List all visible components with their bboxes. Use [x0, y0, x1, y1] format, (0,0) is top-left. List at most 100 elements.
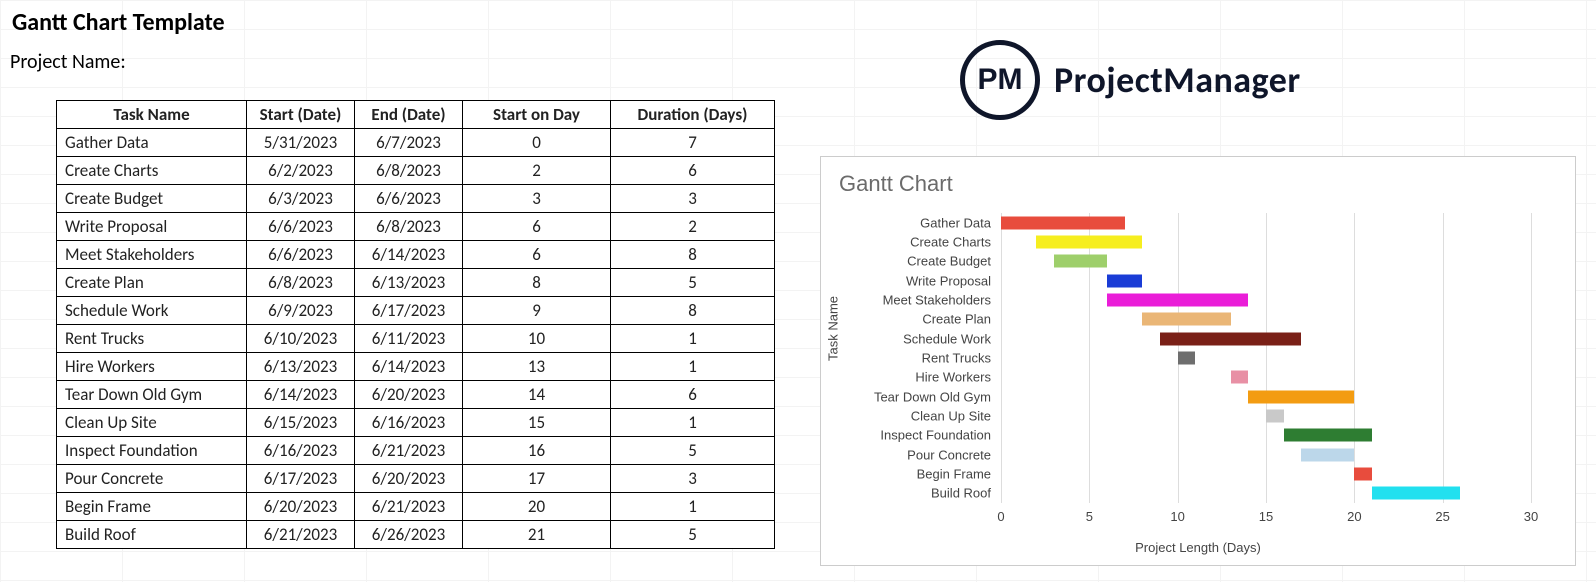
table-cell[interactable]: 8 — [611, 297, 775, 325]
table-cell[interactable]: 0 — [463, 129, 611, 157]
table-cell[interactable]: 1 — [611, 409, 775, 437]
table-cell[interactable]: Create Charts — [57, 157, 247, 185]
table-cell[interactable]: 21 — [463, 521, 611, 549]
table-cell[interactable]: 6/16/2023 — [355, 409, 463, 437]
page-title: Gantt Chart Template — [12, 8, 225, 37]
chart-bar — [1001, 216, 1125, 229]
table-cell[interactable]: 6/8/2023 — [355, 157, 463, 185]
table-cell[interactable]: Hire Workers — [57, 353, 247, 381]
table-cell[interactable]: Create Budget — [57, 185, 247, 213]
table-cell[interactable]: 1 — [611, 353, 775, 381]
table-row[interactable]: Hire Workers6/13/20236/14/2023131 — [57, 353, 775, 381]
table-cell[interactable]: 6 — [463, 241, 611, 269]
table-cell[interactable]: 6/21/2023 — [355, 437, 463, 465]
table-cell[interactable]: 6/8/2023 — [355, 213, 463, 241]
table-cell[interactable]: 17 — [463, 465, 611, 493]
table-cell[interactable]: 6/21/2023 — [247, 521, 355, 549]
table-row[interactable]: Create Budget6/3/20236/6/202333 — [57, 185, 775, 213]
table-cell[interactable]: 5 — [611, 437, 775, 465]
chart-y-tick: Meet Stakeholders — [883, 293, 991, 308]
chart-title: Gantt Chart — [839, 171, 953, 197]
table-row[interactable]: Meet Stakeholders6/6/20236/14/202368 — [57, 241, 775, 269]
chart-x-tick: 5 — [1086, 509, 1093, 524]
table-cell[interactable]: 7 — [611, 129, 775, 157]
table-cell[interactable]: Begin Frame — [57, 493, 247, 521]
table-cell[interactable]: 6/2/2023 — [247, 157, 355, 185]
table-cell[interactable]: 6/9/2023 — [247, 297, 355, 325]
table-row[interactable]: Rent Trucks6/10/20236/11/2023101 — [57, 325, 775, 353]
table-cell[interactable]: 6/8/2023 — [247, 269, 355, 297]
table-cell[interactable]: 3 — [611, 185, 775, 213]
table-row[interactable]: Begin Frame6/20/20236/21/2023201 — [57, 493, 775, 521]
table-row[interactable]: Clean Up Site6/15/20236/16/2023151 — [57, 409, 775, 437]
table-cell[interactable]: 6/14/2023 — [247, 381, 355, 409]
table-cell[interactable]: 8 — [463, 269, 611, 297]
table-cell[interactable]: 15 — [463, 409, 611, 437]
table-cell[interactable]: 6/11/2023 — [355, 325, 463, 353]
table-cell[interactable]: 20 — [463, 493, 611, 521]
table-cell[interactable]: 6/20/2023 — [355, 381, 463, 409]
table-cell[interactable]: 6/20/2023 — [355, 465, 463, 493]
table-cell[interactable]: Write Proposal — [57, 213, 247, 241]
table-cell[interactable]: Create Plan — [57, 269, 247, 297]
table-row[interactable]: Gather Data5/31/20236/7/202307 — [57, 129, 775, 157]
table-row[interactable]: Build Roof6/21/20236/26/2023215 — [57, 521, 775, 549]
table-cell[interactable]: Pour Concrete — [57, 465, 247, 493]
table-row[interactable]: Tear Down Old Gym6/14/20236/20/2023146 — [57, 381, 775, 409]
table-cell[interactable]: 6/10/2023 — [247, 325, 355, 353]
chart-bar — [1248, 390, 1354, 403]
table-row[interactable]: Inspect Foundation6/16/20236/21/2023165 — [57, 437, 775, 465]
table-cell[interactable]: 6/7/2023 — [355, 129, 463, 157]
table-cell[interactable]: 6/15/2023 — [247, 409, 355, 437]
chart-plot-area: 051015202530Gather DataCreate ChartsCrea… — [1001, 213, 1531, 503]
table-row[interactable]: Schedule Work6/9/20236/17/202398 — [57, 297, 775, 325]
table-cell[interactable]: 3 — [463, 185, 611, 213]
table-cell[interactable]: 13 — [463, 353, 611, 381]
chart-bar — [1284, 429, 1372, 442]
table-cell[interactable]: 16 — [463, 437, 611, 465]
table-cell[interactable]: 6 — [463, 213, 611, 241]
table-cell[interactable]: 1 — [611, 493, 775, 521]
table-cell[interactable]: 9 — [463, 297, 611, 325]
table-cell[interactable]: 6/17/2023 — [355, 297, 463, 325]
table-row[interactable]: Pour Concrete6/17/20236/20/2023173 — [57, 465, 775, 493]
table-cell[interactable]: 5 — [611, 521, 775, 549]
table-cell[interactable]: 6/6/2023 — [355, 185, 463, 213]
table-cell[interactable]: 2 — [611, 213, 775, 241]
table-cell[interactable]: Gather Data — [57, 129, 247, 157]
table-cell[interactable]: 6/14/2023 — [355, 353, 463, 381]
table-cell[interactable]: 6/3/2023 — [247, 185, 355, 213]
table-cell[interactable]: 6/13/2023 — [247, 353, 355, 381]
table-row[interactable]: Create Charts6/2/20236/8/202326 — [57, 157, 775, 185]
table-cell[interactable]: Build Roof — [57, 521, 247, 549]
table-cell[interactable]: 6/6/2023 — [247, 213, 355, 241]
table-cell[interactable]: 6 — [611, 157, 775, 185]
table-header: Start (Date) — [247, 101, 355, 129]
table-cell[interactable]: Inspect Foundation — [57, 437, 247, 465]
table-cell[interactable]: 2 — [463, 157, 611, 185]
table-cell[interactable]: 6/14/2023 — [355, 241, 463, 269]
table-cell[interactable]: 14 — [463, 381, 611, 409]
table-row[interactable]: Write Proposal6/6/20236/8/202362 — [57, 213, 775, 241]
table-cell[interactable]: 6/26/2023 — [355, 521, 463, 549]
table-cell[interactable]: 6/20/2023 — [247, 493, 355, 521]
table-cell[interactable]: 6/21/2023 — [355, 493, 463, 521]
table-cell[interactable]: 6/6/2023 — [247, 241, 355, 269]
table-cell[interactable]: 3 — [611, 465, 775, 493]
table-cell[interactable]: 5/31/2023 — [247, 129, 355, 157]
table-cell[interactable]: Schedule Work — [57, 297, 247, 325]
chart-y-tick: Schedule Work — [903, 331, 991, 346]
table-cell[interactable]: Rent Trucks — [57, 325, 247, 353]
table-cell[interactable]: 8 — [611, 241, 775, 269]
table-cell[interactable]: Tear Down Old Gym — [57, 381, 247, 409]
table-row[interactable]: Create Plan6/8/20236/13/202385 — [57, 269, 775, 297]
table-cell[interactable]: 6 — [611, 381, 775, 409]
table-cell[interactable]: Meet Stakeholders — [57, 241, 247, 269]
table-cell[interactable]: 5 — [611, 269, 775, 297]
table-cell[interactable]: 10 — [463, 325, 611, 353]
table-cell[interactable]: 6/13/2023 — [355, 269, 463, 297]
table-cell[interactable]: 6/16/2023 — [247, 437, 355, 465]
table-cell[interactable]: 1 — [611, 325, 775, 353]
table-cell[interactable]: 6/17/2023 — [247, 465, 355, 493]
table-cell[interactable]: Clean Up Site — [57, 409, 247, 437]
